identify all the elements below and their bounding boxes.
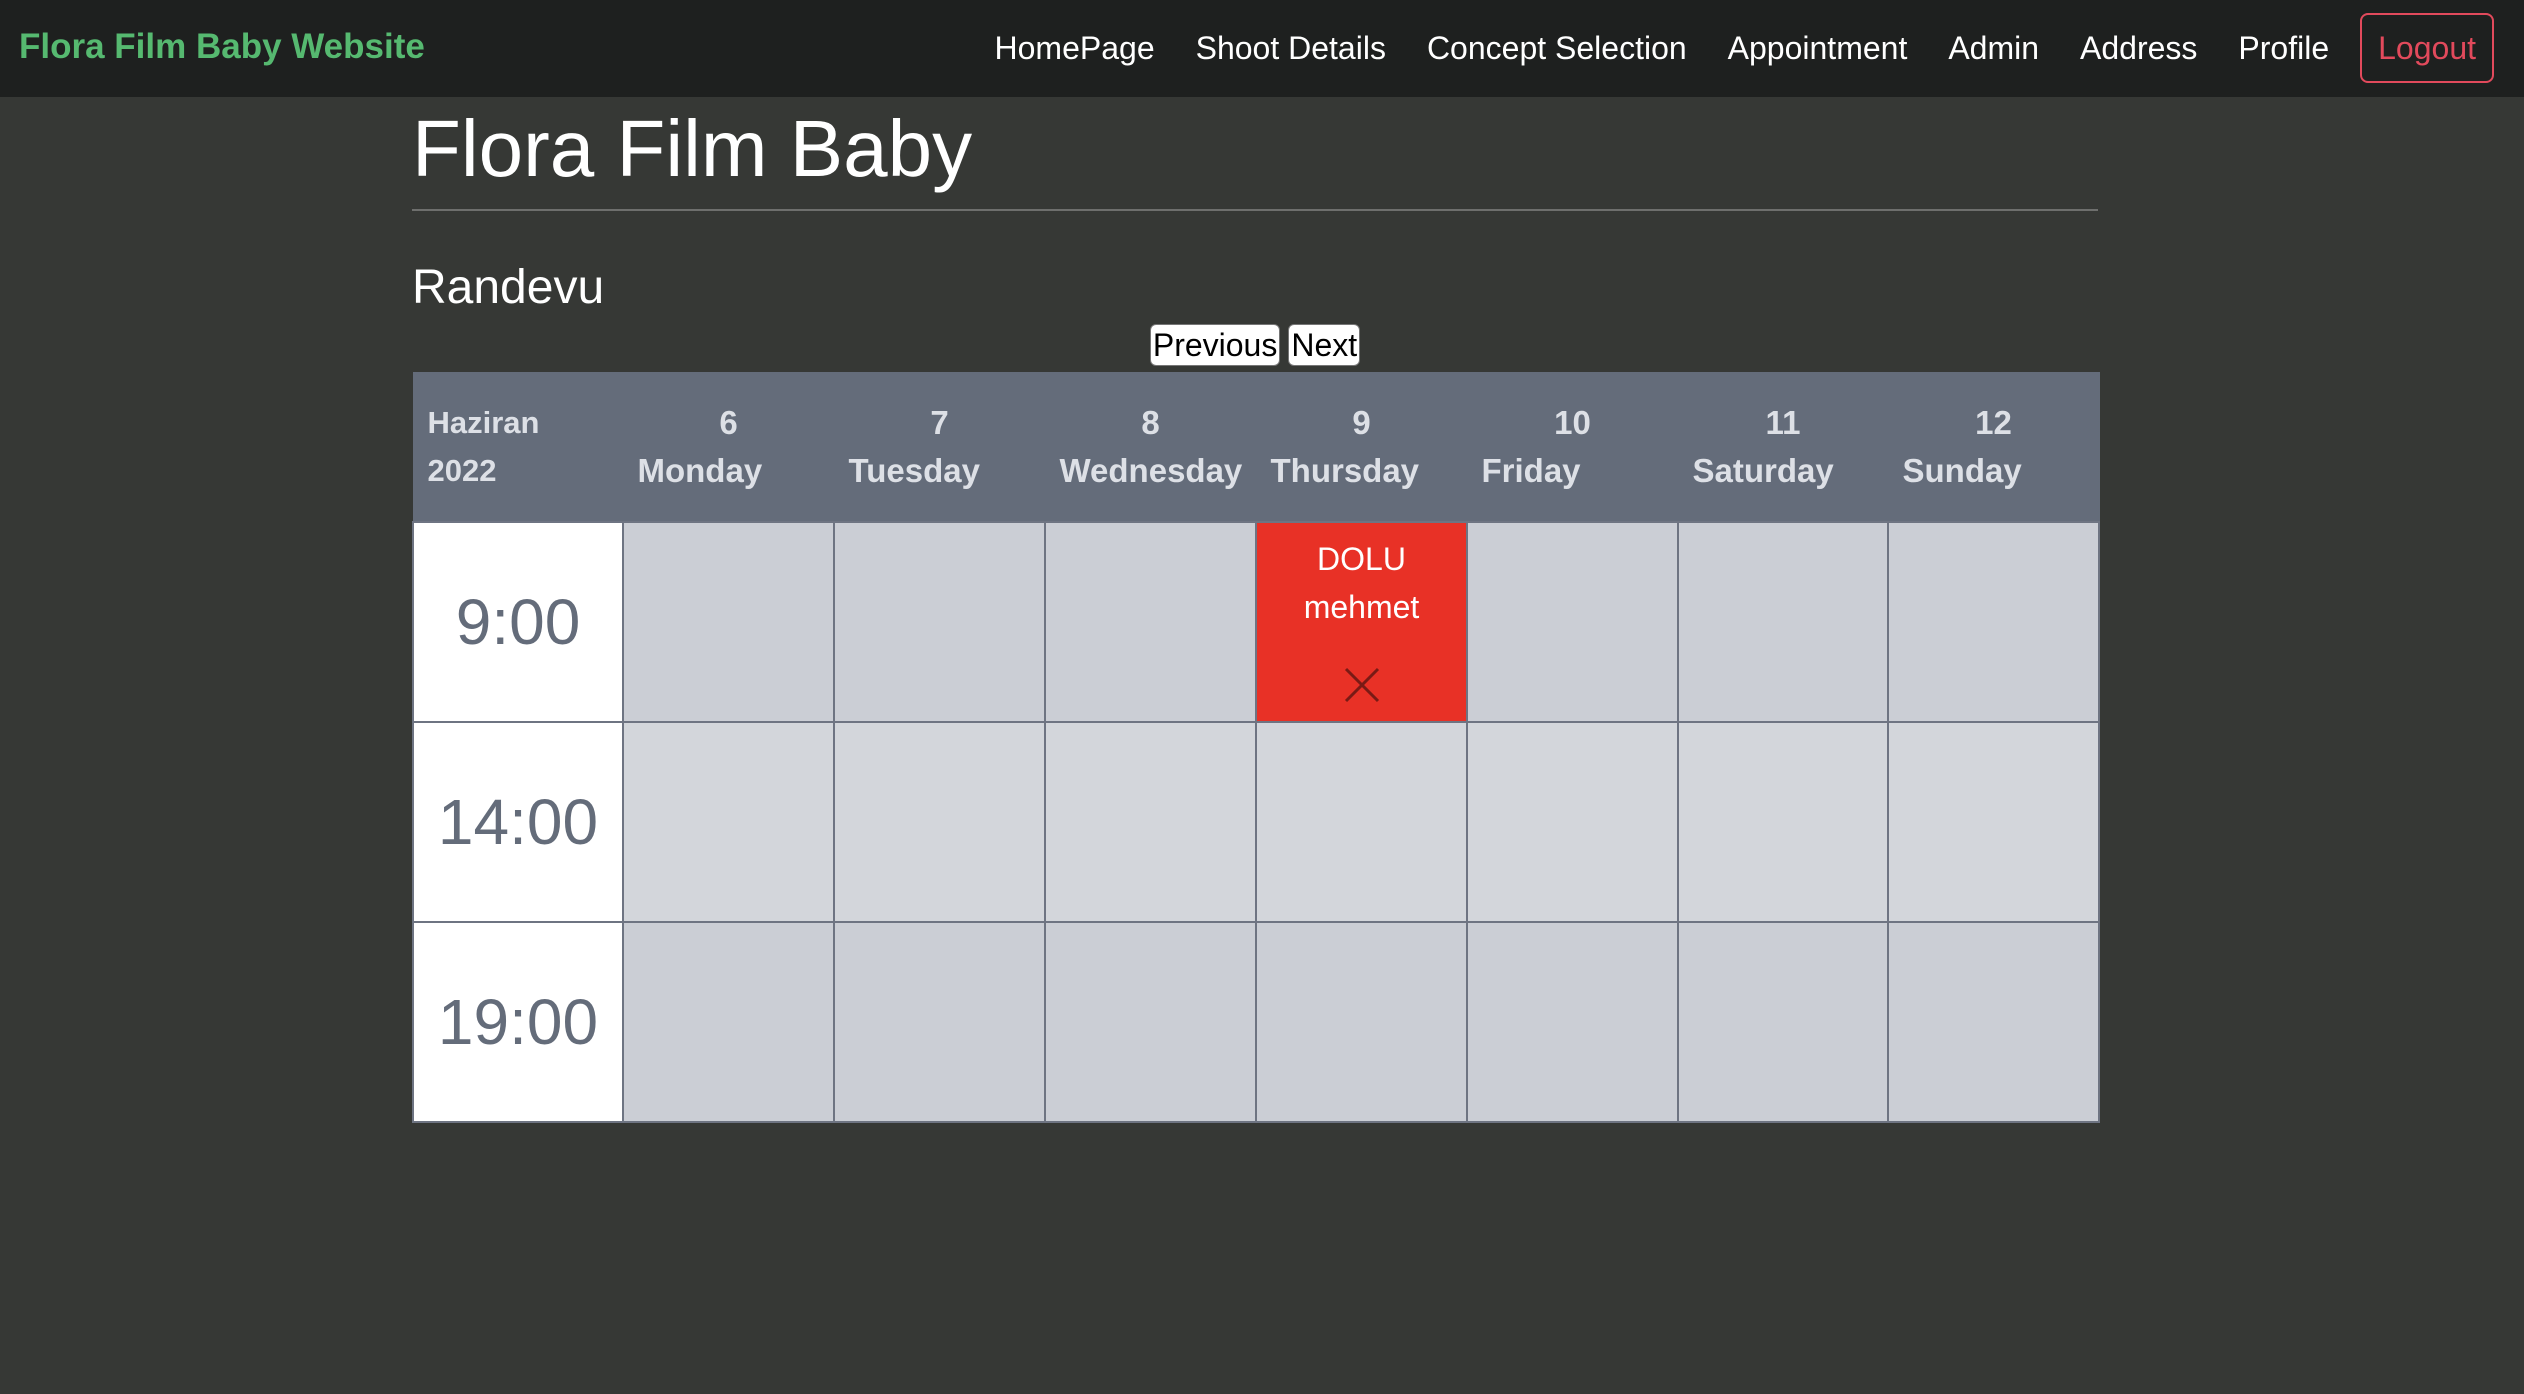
page-title: Flora Film Baby	[412, 104, 973, 193]
slot-cell[interactable]	[1677, 921, 1889, 1123]
day-header-12: 12 Sunday	[1887, 372, 2100, 523]
time-label: 19:00	[412, 921, 624, 1123]
logout-button[interactable]: Logout	[2360, 13, 2494, 83]
nav-link-shoot-details[interactable]: Shoot Details	[1196, 28, 1386, 68]
previous-week-button[interactable]: Previous	[1149, 324, 1281, 366]
slot-cell[interactable]	[622, 921, 835, 1123]
booked-slot-cell: DOLU mehmet	[1255, 521, 1468, 723]
slot-cell[interactable]	[1466, 521, 1679, 723]
day-number: 9	[1352, 404, 1371, 441]
slot-cell[interactable]	[1255, 721, 1468, 923]
appointment-calendar: Haziran 2022 6 Monday 7 Tuesday 8 Wednesday…	[412, 372, 2100, 1123]
slot-cell[interactable]	[1677, 521, 1889, 723]
slot-cell[interactable]	[1887, 721, 2100, 923]
close-icon[interactable]	[1342, 665, 1382, 705]
title-divider	[412, 209, 2098, 211]
day-number: 7	[930, 404, 949, 441]
day-number: 6	[719, 404, 738, 441]
day-number: 12	[1975, 404, 2012, 441]
next-week-button[interactable]: Next	[1288, 324, 1361, 366]
booking-name: mehmet	[1303, 589, 1420, 625]
nav-link-concept-selection[interactable]: Concept Selection	[1427, 28, 1687, 68]
time-row-9: 9:00 DOLU mehmet	[412, 521, 2100, 723]
slot-cell[interactable]	[1466, 921, 1679, 1123]
calendar-header-row: Haziran 2022 6 Monday 7 Tuesday 8 Wednesday…	[412, 372, 2100, 523]
booking-status: DOLU	[1317, 541, 1406, 577]
day-header-10: 10 Friday	[1466, 372, 1679, 523]
day-header-9: 9 Thursday	[1255, 372, 1468, 523]
day-number: 10	[1554, 404, 1591, 441]
time-row-19: 19:00	[412, 921, 2100, 1123]
slot-cell[interactable]	[1887, 921, 2100, 1123]
slot-cell[interactable]	[1887, 521, 2100, 723]
day-name: Saturday	[1692, 452, 1834, 489]
month-year-header: Haziran 2022	[412, 372, 624, 523]
day-header-7: 7 Tuesday	[833, 372, 1046, 523]
day-number: 8	[1141, 404, 1160, 441]
day-name: Thursday	[1270, 452, 1420, 489]
slot-cell[interactable]	[1466, 721, 1679, 923]
day-name: Friday	[1481, 452, 1581, 489]
nav-link-admin[interactable]: Admin	[1948, 28, 2039, 68]
day-name: Tuesday	[848, 452, 980, 489]
slot-cell[interactable]	[1044, 721, 1257, 923]
week-pager: Previous Next	[412, 324, 2098, 370]
slot-cell[interactable]	[833, 921, 1046, 1123]
day-number: 11	[1765, 404, 1801, 441]
year-label: 2022	[427, 453, 497, 488]
day-name: Sunday	[1902, 452, 2022, 489]
nav-link-profile[interactable]: Profile	[2238, 28, 2329, 68]
time-label: 9:00	[412, 521, 624, 723]
nav-link-address[interactable]: Address	[2080, 28, 2197, 68]
slot-cell[interactable]	[1044, 921, 1257, 1123]
nav-links: HomePage Shoot Details Concept Selection…	[954, 13, 2494, 83]
time-label: 14:00	[412, 721, 624, 923]
day-header-8: 8 Wednesday	[1044, 372, 1257, 523]
slot-cell[interactable]	[833, 521, 1046, 723]
day-name: Wednesday	[1059, 452, 1243, 489]
slot-cell[interactable]	[1044, 521, 1257, 723]
time-row-14: 14:00	[412, 721, 2100, 923]
slot-cell[interactable]	[1677, 721, 1889, 923]
nav-link-appointment[interactable]: Appointment	[1728, 28, 1908, 68]
section-title: Randevu	[412, 261, 605, 314]
nav-link-homepage[interactable]: HomePage	[995, 28, 1155, 68]
navbar: Flora Film Baby Website HomePage Shoot D…	[0, 0, 2524, 97]
month-label: Haziran	[427, 405, 540, 440]
slot-cell[interactable]	[622, 721, 835, 923]
slot-cell[interactable]	[833, 721, 1046, 923]
day-name: Monday	[637, 452, 763, 489]
slot-cell[interactable]	[1255, 921, 1468, 1123]
main-container: Flora Film Baby Randevu Previous Next Haz…	[412, 97, 2100, 1123]
brand-link[interactable]: Flora Film Baby Website	[19, 25, 425, 69]
slot-cell[interactable]	[622, 521, 835, 723]
day-header-6: 6 Monday	[622, 372, 835, 523]
day-header-11: 11 Saturday	[1677, 372, 1889, 523]
